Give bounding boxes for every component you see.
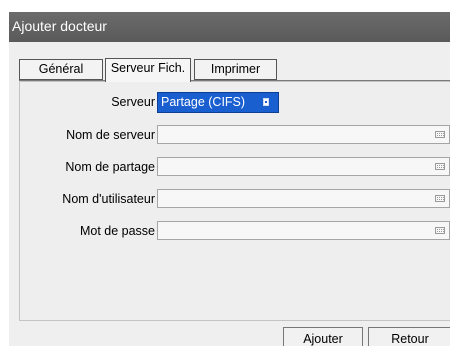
- share-name-label: Nom de partage: [65, 160, 155, 174]
- tab-file-server[interactable]: Serveur Fich.: [105, 58, 191, 82]
- share-name-field[interactable]: [157, 157, 450, 176]
- server-select[interactable]: Partage (CIFS): [157, 92, 279, 113]
- keyboard-icon[interactable]: [435, 227, 445, 234]
- server-select-value: Partage (CIFS): [161, 95, 246, 109]
- add-button[interactable]: Ajouter: [283, 327, 363, 346]
- password-label: Mot de passe: [79, 224, 155, 238]
- server-label: Serveur: [111, 95, 155, 109]
- username-field[interactable]: [157, 189, 450, 208]
- dropdown-icon: [263, 98, 269, 106]
- password-field[interactable]: [157, 221, 450, 240]
- username-label: Nom d'utilisateur: [62, 192, 155, 206]
- server-name-label: Nom de serveur: [66, 128, 155, 142]
- tab-general[interactable]: Général: [19, 59, 103, 80]
- add-doctor-dialog: Ajouter docteur Général Serveur Fich. Im…: [9, 12, 450, 346]
- keyboard-icon[interactable]: [435, 163, 445, 170]
- server-name-field[interactable]: [157, 125, 450, 144]
- back-button[interactable]: Retour: [368, 327, 450, 346]
- keyboard-icon[interactable]: [435, 131, 445, 138]
- tab-print[interactable]: Imprimer: [194, 59, 277, 80]
- dialog-title: Ajouter docteur: [9, 12, 450, 42]
- keyboard-icon[interactable]: [435, 195, 445, 202]
